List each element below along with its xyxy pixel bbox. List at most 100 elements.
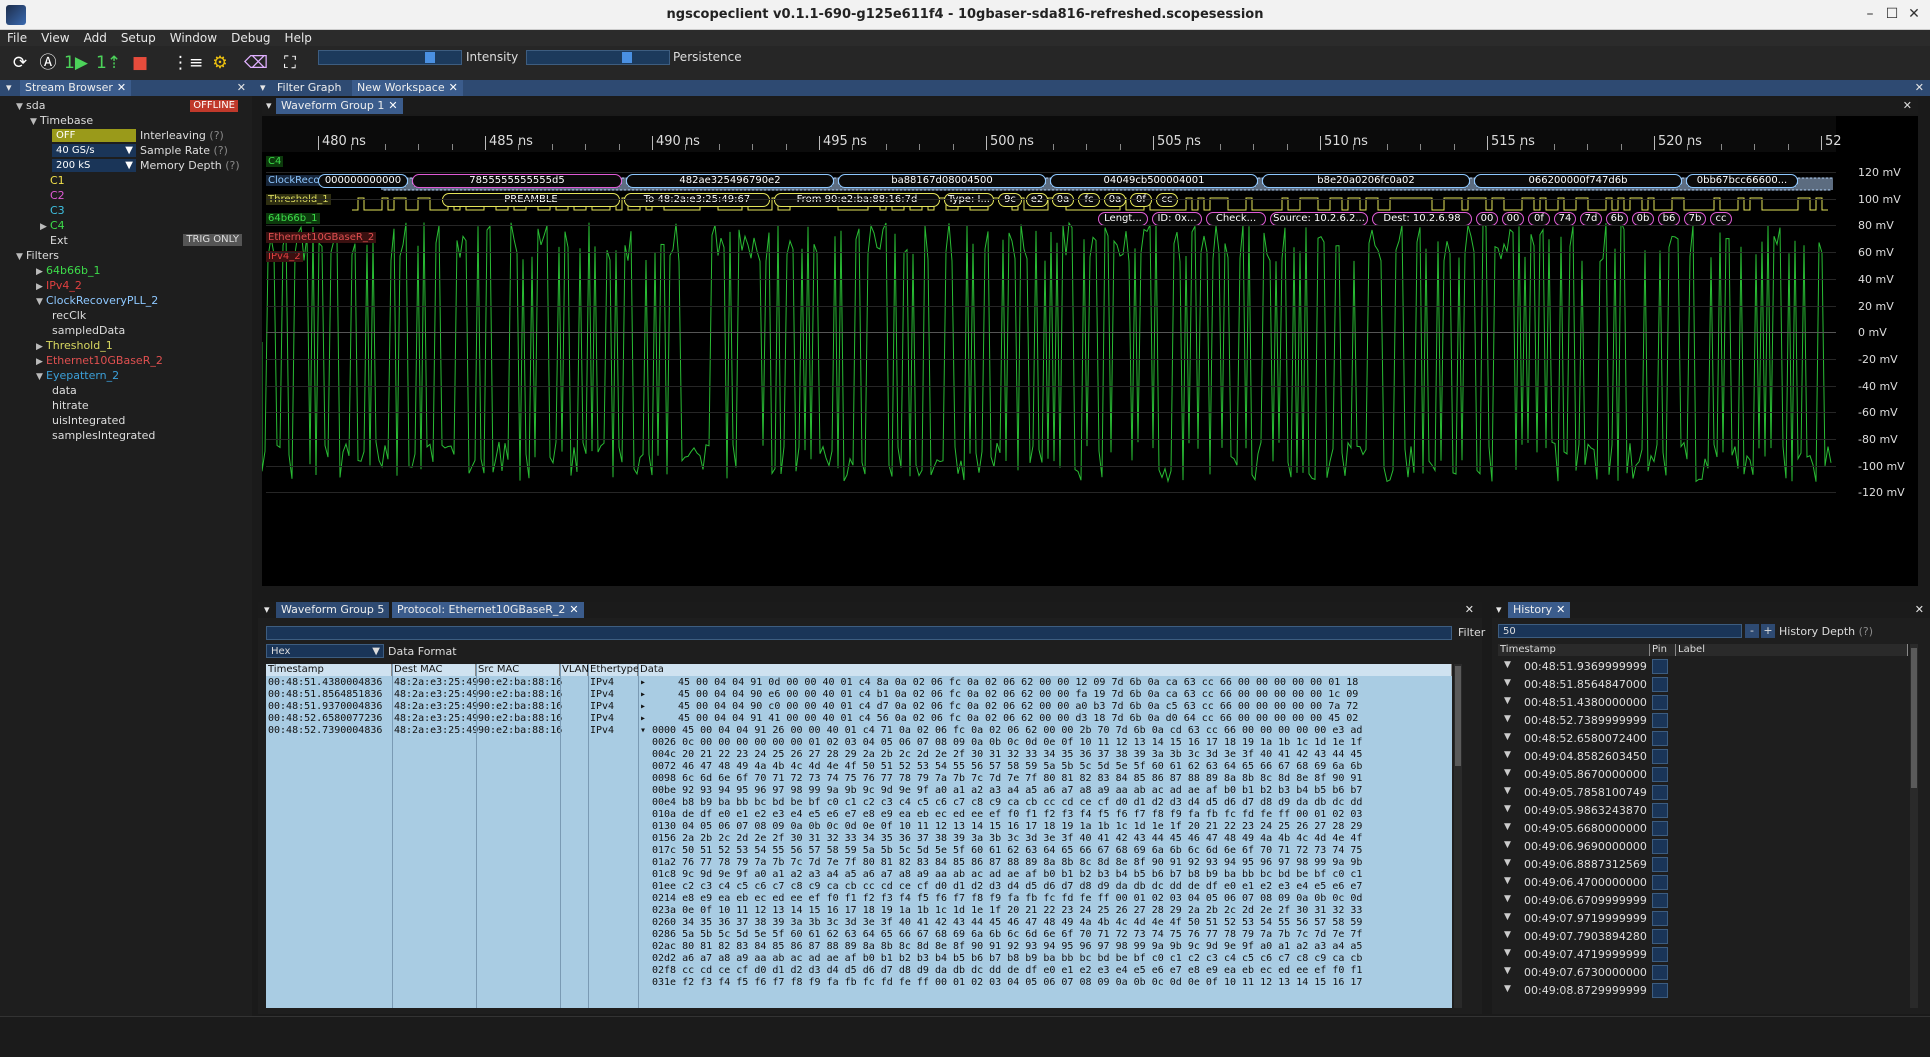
tab-stream-browser[interactable]: Stream Browser ✕ — [20, 80, 132, 96]
column-header[interactable]: Timestamp — [1498, 644, 1650, 656]
tab-new-workspace[interactable]: New Workspace ✕ — [352, 80, 463, 96]
stream-recclk[interactable]: recClk — [52, 308, 86, 323]
help-icon[interactable]: (?) — [225, 159, 239, 172]
ipv4-field[interactable]: 7b — [1684, 212, 1706, 226]
ethernet-field[interactable]: e2 — [1026, 193, 1048, 207]
history-row[interactable]: ▼ 00:49:07.6730000000 — [1498, 964, 1908, 981]
history-row[interactable]: ▼ 00:49:07.9719999999 — [1498, 910, 1908, 927]
ethernet-field[interactable]: 0a — [1104, 193, 1126, 207]
persistence-slider[interactable] — [526, 50, 670, 65]
history-table[interactable]: Timestamp Pin Label ▼ 00:48:51.9369999999 ▼ 00… — [1498, 644, 1908, 1008]
channel-c4[interactable]: ▶ C4 — [40, 218, 65, 233]
tab-filter-graph[interactable]: Filter Graph — [272, 80, 347, 96]
expand-icon[interactable]: ▼ — [1504, 858, 1511, 868]
pin-checkbox[interactable] — [1652, 839, 1668, 854]
menu-file[interactable]: File — [0, 30, 34, 46]
interleaving-toggle[interactable]: OFF — [52, 129, 136, 142]
time-ruler[interactable]: 480 ns 485 ns 490 ns 495 ns 500 ns 505 ns 510 … — [262, 116, 1842, 152]
history-depth-input[interactable]: 50 — [1498, 624, 1742, 638]
column-header[interactable]: Pin — [1650, 644, 1676, 656]
expand-icon[interactable]: ▼ — [1504, 876, 1511, 886]
device-sda[interactable]: ▼ sda OFFLINE — [16, 98, 246, 113]
decode-symbol[interactable]: b8e20a0206fc0a02 — [1262, 174, 1470, 188]
maximize-icon[interactable]: ☐ — [1882, 4, 1902, 24]
decode-symbol[interactable]: 482ae325496790e2 — [626, 174, 834, 188]
ethernet-field[interactable]: From 90:e2:ba:88:16:7d — [774, 193, 940, 207]
expand-icon[interactable]: ▼ — [1504, 894, 1511, 904]
trigger-auto-icon[interactable]: Ⓐ — [36, 51, 60, 75]
scrollbar[interactable] — [1454, 664, 1462, 1008]
pin-checkbox[interactable] — [1652, 875, 1668, 890]
pin-checkbox[interactable] — [1652, 677, 1668, 692]
close-icon[interactable]: ✕ — [1915, 80, 1924, 96]
filter-64b66b[interactable]: ▶ 64b66b_1 — [36, 263, 100, 278]
decode-symbol[interactable]: 000000000000 — [318, 174, 408, 188]
column-header[interactable]: Dest MAC — [392, 664, 476, 676]
close-icon[interactable]: ✕ — [569, 603, 578, 616]
close-icon[interactable]: ✕ — [237, 80, 246, 96]
menu-view[interactable]: View — [34, 30, 76, 46]
decode-symbol[interactable]: 7855555555555d5 — [412, 174, 622, 188]
pin-checkbox[interactable] — [1652, 821, 1668, 836]
panel-menu-icon[interactable]: ▾ — [264, 602, 270, 618]
pin-checkbox[interactable] — [1652, 695, 1668, 710]
pin-checkbox[interactable] — [1652, 713, 1668, 728]
column-header[interactable]: Src MAC — [476, 664, 560, 676]
close-icon[interactable]: ✕ — [1556, 603, 1565, 616]
intensity-slider[interactable] — [318, 50, 462, 65]
trigger-force-icon[interactable]: 1⇡ — [96, 51, 121, 75]
channel-c2[interactable]: C2 — [50, 188, 65, 203]
decrement-button[interactable]: - — [1745, 624, 1759, 638]
history-row[interactable]: ▼ 00:49:05.6680000000 — [1498, 820, 1908, 837]
history-row[interactable]: ▼ 00:48:52.7389999999 — [1498, 712, 1908, 729]
ipv4-field[interactable]: ID: 0x... — [1152, 212, 1202, 226]
column-header[interactable]: Data — [638, 664, 1452, 676]
history-row[interactable]: ▼ 00:49:06.8887312569 — [1498, 856, 1908, 873]
ipv4-field[interactable]: cc — [1710, 212, 1732, 226]
scrollbar[interactable] — [1910, 644, 1918, 1008]
expand-icon[interactable]: ▼ — [1504, 750, 1511, 760]
ipv4-field[interactable]: Dest: 10.2.6.98 — [1372, 212, 1472, 226]
timebase-node[interactable]: ▼ Timebase — [30, 113, 93, 128]
expand-icon[interactable]: ▼ — [1504, 948, 1511, 958]
tab-waveform-group-1[interactable]: Waveform Group 1 ✕ — [276, 98, 403, 114]
stop-icon[interactable]: ■ — [128, 51, 152, 75]
pin-checkbox[interactable] — [1652, 965, 1668, 980]
history-row[interactable]: ▼ 00:49:06.4700000000 — [1498, 874, 1908, 891]
menu-add[interactable]: Add — [77, 30, 114, 46]
decode-symbol[interactable]: 0bb67bcc66600... — [1686, 174, 1798, 188]
expand-icon[interactable]: ▼ — [1504, 840, 1511, 850]
pin-checkbox[interactable] — [1652, 947, 1668, 962]
filter-clockrecovery[interactable]: ▼ ClockRecoveryPLL_2 — [36, 293, 158, 308]
ethernet-label[interactable]: Ethernet10GBaseR_2 — [266, 232, 377, 243]
encoder-label[interactable]: 64b66b_1 — [266, 213, 320, 224]
history-row[interactable]: ▼ 00:49:05.8670000000 — [1498, 766, 1908, 783]
expand-icon[interactable]: ▼ — [1504, 966, 1511, 976]
scrollbar-thumb[interactable] — [1911, 648, 1917, 788]
trigger-start-icon[interactable]: ⟳ — [8, 51, 32, 75]
pin-checkbox[interactable] — [1652, 893, 1668, 908]
menu-help[interactable]: Help — [278, 30, 319, 46]
memory-depth-select[interactable]: 200 kS ▼ — [52, 159, 136, 172]
stream-data[interactable]: data — [52, 383, 77, 398]
expand-icon[interactable]: ▼ — [1504, 786, 1511, 796]
history-row[interactable]: ▼ 00:49:06.9690000000 — [1498, 838, 1908, 855]
data-format-select[interactable]: Hex ▼ — [266, 644, 384, 658]
ethernet-field[interactable]: cc — [1156, 193, 1178, 207]
ipv4-field[interactable]: 74 — [1554, 212, 1576, 226]
column-header[interactable]: Timestamp — [266, 664, 392, 676]
scrollbar-thumb[interactable] — [1455, 666, 1461, 766]
ipv4-field[interactable]: 7d — [1580, 212, 1602, 226]
ethernet-field[interactable]: fc — [1078, 193, 1100, 207]
channel-c1[interactable]: C1 — [50, 173, 65, 188]
ipv4-field[interactable]: 0b — [1632, 212, 1654, 226]
ethernet-field[interactable]: Type: I... — [944, 193, 994, 207]
expand-icon[interactable]: ▼ — [1504, 660, 1511, 670]
ipv4-field[interactable]: Check... — [1206, 212, 1266, 226]
expand-icon[interactable]: ▼ — [1504, 768, 1511, 778]
menu-debug[interactable]: Debug — [224, 30, 277, 46]
expand-icon[interactable]: ▼ — [1504, 930, 1511, 940]
history-row[interactable]: ▼ 00:49:08.8729999999 — [1498, 982, 1908, 999]
settings-icon[interactable]: ⚙ — [208, 51, 232, 75]
pin-checkbox[interactable] — [1652, 659, 1668, 674]
